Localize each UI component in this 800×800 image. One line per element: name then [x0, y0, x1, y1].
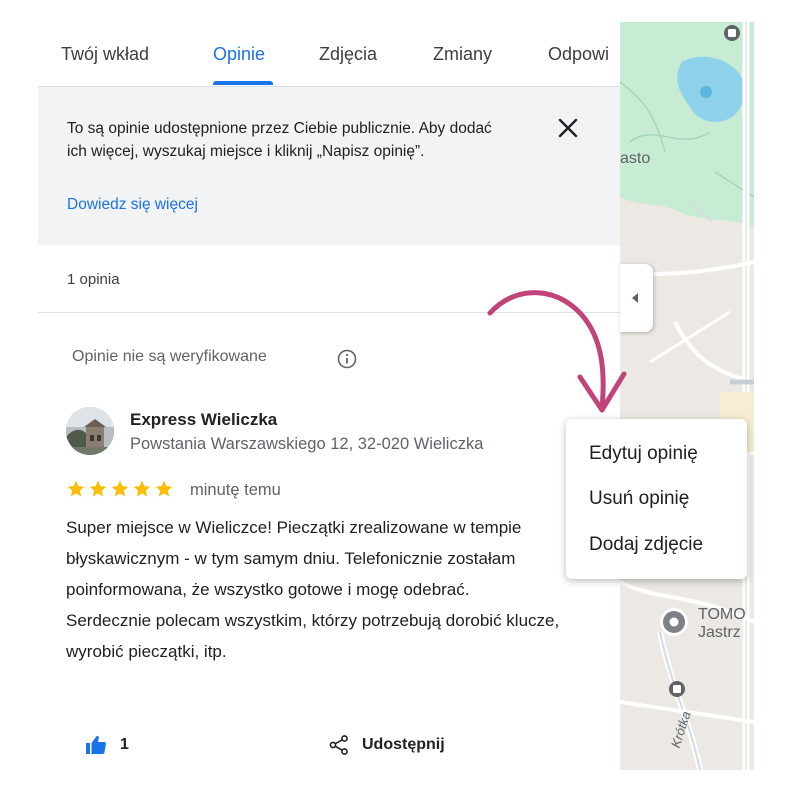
map-label-jastrz: Jastrz [698, 624, 741, 641]
review-count: 1 opinia [67, 271, 120, 288]
menu-item-add-photo[interactable]: Dodaj zdjęcie [589, 534, 703, 556]
info-icon[interactable] [337, 349, 357, 369]
star-icon [155, 480, 173, 497]
tab-photos[interactable]: Zdjęcia [319, 44, 377, 65]
reviews-panel: Twój wkład Opinie Zdjęcia Zmiany Odpowi … [38, 22, 620, 770]
share-icon [329, 735, 348, 755]
tab-edits[interactable]: Zmiany [433, 44, 492, 65]
review-time: minutę temu [190, 481, 281, 499]
place-name[interactable]: Express Wieliczka [130, 410, 277, 430]
active-tab-indicator [213, 81, 273, 85]
share-button[interactable]: Udostępnij [328, 728, 445, 762]
map-graphic [620, 22, 754, 770]
learn-more-link[interactable]: Dowiedz się więcej [67, 196, 198, 214]
map-view[interactable]: asto TOMO Jastrz Krótka [620, 22, 754, 770]
divider [38, 312, 620, 313]
map-label-tomo: TOMO [698, 606, 746, 623]
unverified-note: Opinie nie są weryfikowane [72, 348, 267, 365]
like-button[interactable]: 1 [84, 728, 129, 762]
place-address: Powstania Warszawskiego 12, 32-020 Wieli… [130, 435, 484, 453]
review-actions: 1 Udostępnij [38, 728, 620, 762]
star-icon [89, 480, 107, 497]
like-count: 1 [120, 736, 129, 753]
tab-bar: Twój wkład Opinie Zdjęcia Zmiany Odpowi [38, 22, 620, 87]
star-icon [111, 480, 129, 497]
review-text: Super miejsce w Wieliczce! Pieczątki zre… [66, 518, 560, 661]
close-icon [558, 118, 578, 138]
close-banner-button[interactable] [555, 115, 581, 141]
collapse-panel-button[interactable] [620, 264, 653, 332]
info-banner: To są opinie udostępnione przez Ciebie p… [38, 87, 620, 245]
banner-text: To są opinie udostępnione przez Ciebie p… [67, 120, 492, 160]
star-icon [67, 480, 85, 497]
star-rating [66, 479, 176, 499]
share-label: Udostępnij [362, 736, 445, 753]
thumbs-up-icon [86, 735, 106, 754]
place-avatar[interactable] [66, 407, 114, 455]
chevron-left-icon [632, 293, 638, 303]
review-context-menu: Edytuj opinię Usuń opinię Dodaj zdjęcie [566, 419, 747, 579]
star-icon [133, 480, 151, 497]
tab-answers[interactable]: Odpowi [548, 44, 609, 65]
menu-item-edit-review[interactable]: Edytuj opinię [589, 443, 698, 465]
tab-reviews[interactable]: Opinie [213, 44, 265, 65]
map-label-asto: asto [620, 150, 651, 167]
menu-item-delete-review[interactable]: Usuń opinię [589, 488, 689, 510]
tab-contributions[interactable]: Twój wkład [61, 44, 149, 65]
